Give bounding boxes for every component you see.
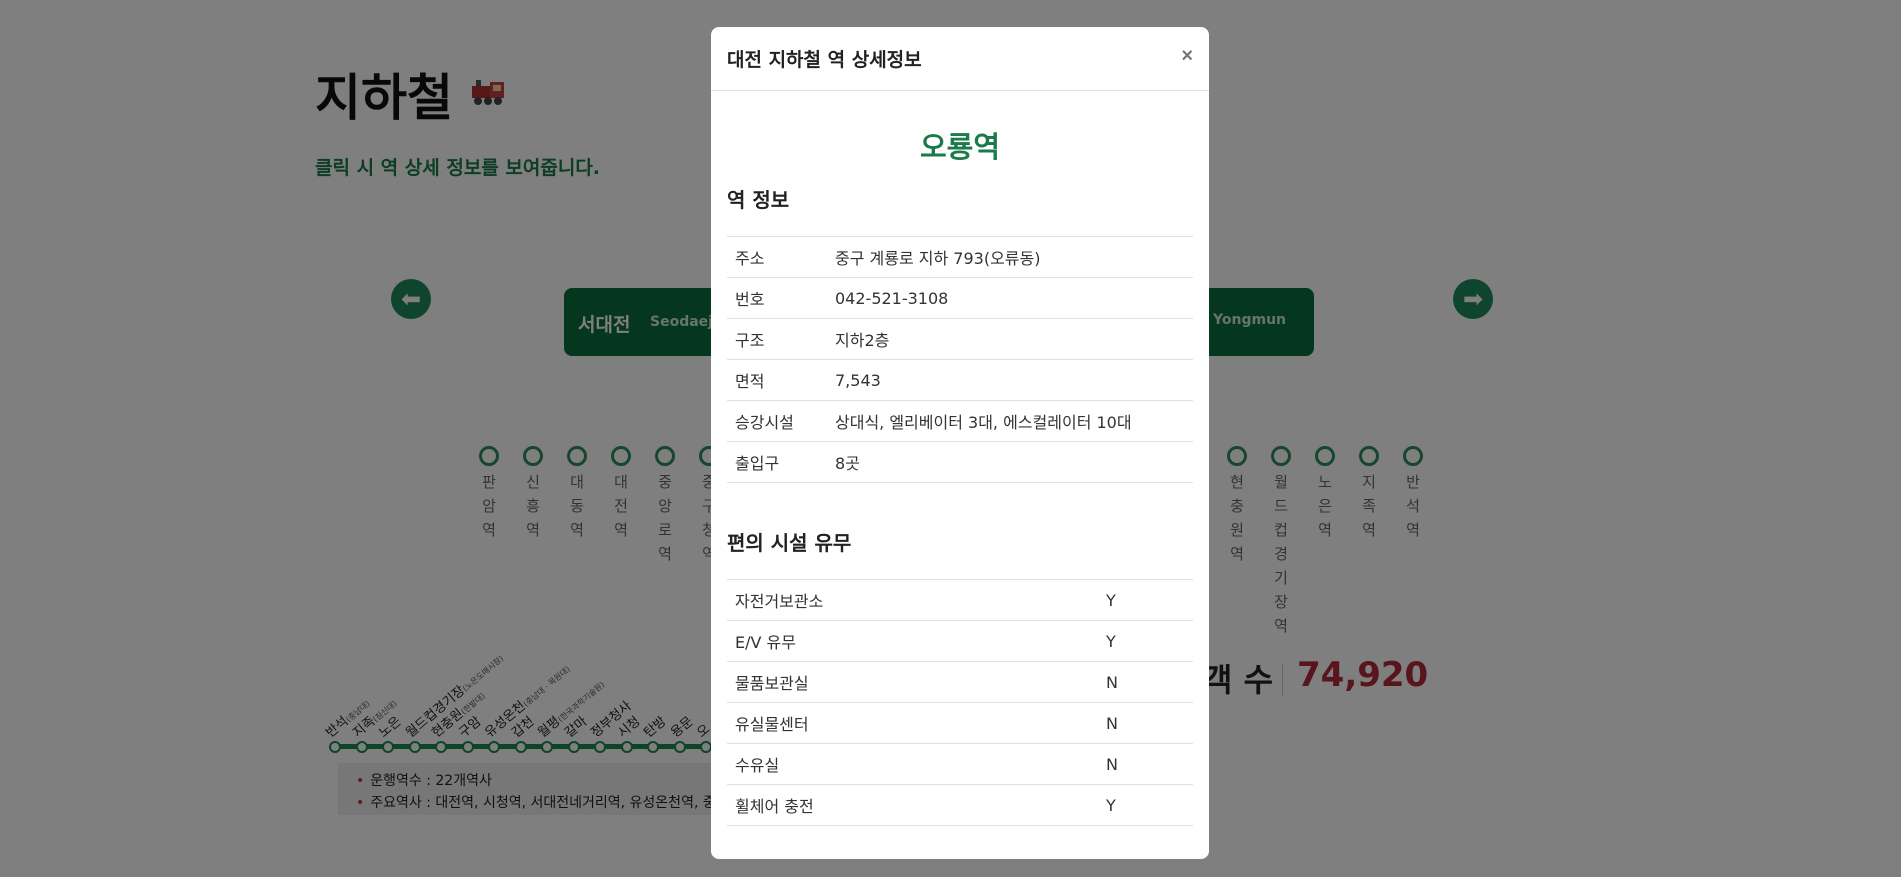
facility-row: 유실물센터 N: [727, 702, 1193, 744]
facilities-heading: 편의 시설 유무: [727, 531, 852, 555]
row-label: E/V 유무: [727, 620, 1098, 662]
facility-row: 자전거보관소 Y: [727, 579, 1193, 621]
row-label: 번호: [727, 277, 827, 319]
row-label: 휠체어 충전: [727, 784, 1098, 826]
facility-row: E/V 유무 Y: [727, 620, 1193, 662]
station-name: 오룡역: [919, 130, 1001, 164]
row-label: 물품보관실: [727, 661, 1098, 703]
station-info-row: 번호 042-521-3108: [727, 277, 1193, 319]
modal-header: 대전 지하철 역 상세정보 ×: [711, 27, 1209, 91]
row-value: 042-521-3108: [827, 277, 1193, 319]
row-label: 출입구: [727, 441, 827, 483]
row-value: N: [1098, 661, 1193, 703]
row-value: Y: [1098, 579, 1193, 621]
row-label: 구조: [727, 318, 827, 360]
facilities-table: 자전거보관소 Y E/V 유무 Y 물품보관실 N 유실물센터 N 수유실 N 휠체어 충전 Y: [727, 579, 1193, 826]
facility-row: 수유실 N: [727, 743, 1193, 785]
facility-row: 휠체어 충전 Y: [727, 784, 1193, 826]
row-value: N: [1098, 743, 1193, 785]
row-value: 지하2층: [827, 318, 1193, 360]
station-info-table: 주소 중구 계룡로 지하 793(오류동) 번호 042-521-3108 구조 지하2층…: [727, 236, 1193, 483]
modal-title: 대전 지하철 역 상세정보: [727, 49, 922, 71]
row-value: Y: [1098, 620, 1193, 662]
station-info-row: 출입구 8곳: [727, 441, 1193, 483]
station-info-heading: 역 정보: [727, 188, 790, 212]
row-label: 승강시설: [727, 400, 827, 442]
facility-row: 물품보관실 N: [727, 661, 1193, 703]
station-info-row: 주소 중구 계룡로 지하 793(오류동): [727, 236, 1193, 278]
row-value: 상대식, 엘리베이터 3대, 에스컬레이터 10대: [827, 400, 1193, 442]
row-label: 자전거보관소: [727, 579, 1098, 621]
row-value: 8곳: [827, 441, 1193, 483]
close-button[interactable]: ×: [1181, 45, 1193, 68]
row-label: 주소: [727, 236, 827, 278]
row-label: 유실물센터: [727, 702, 1098, 744]
station-info-row: 면적 7,543: [727, 359, 1193, 401]
row-value: N: [1098, 702, 1193, 744]
row-value: 중구 계룡로 지하 793(오류동): [827, 236, 1193, 278]
row-label: 면적: [727, 359, 827, 401]
station-info-row: 구조 지하2층: [727, 318, 1193, 360]
station-info-row: 승강시설 상대식, 엘리베이터 3대, 에스컬레이터 10대: [727, 400, 1193, 442]
station-detail-modal: 대전 지하철 역 상세정보 × 오룡역 역 정보 주소 중구 계룡로 지하 793…: [711, 27, 1209, 859]
row-label: 수유실: [727, 743, 1098, 785]
row-value: 7,543: [827, 359, 1193, 401]
row-value: Y: [1098, 784, 1193, 826]
